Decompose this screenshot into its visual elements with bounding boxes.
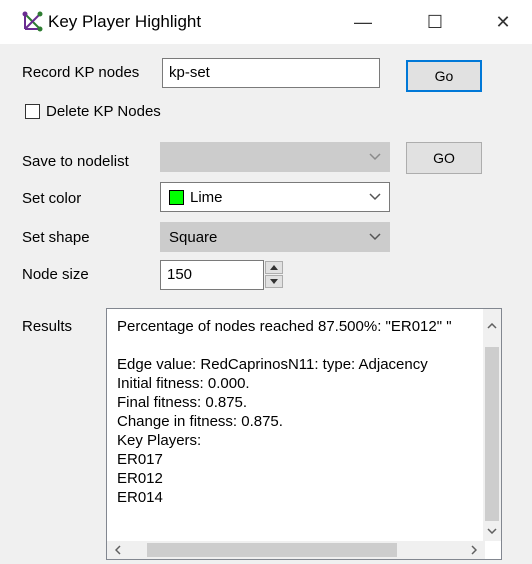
window-title: Key Player Highlight — [48, 12, 202, 31]
spin-down-button[interactable] — [265, 275, 283, 288]
title-bar[interactable]: Key Player Highlight — ☐ ✕ — [0, 0, 532, 44]
scroll-right-icon[interactable] — [463, 541, 485, 559]
maximize-button[interactable]: ☐ — [412, 0, 458, 44]
set-shape-select[interactable]: Square — [160, 222, 390, 252]
node-size-spinner — [265, 261, 285, 289]
results-line: Initial fitness: 0.000. — [117, 375, 250, 392]
record-kp-nodes-label: Record KP nodes — [22, 64, 140, 81]
scroll-up-icon[interactable] — [483, 309, 501, 343]
set-shape-value: Square — [169, 228, 218, 246]
minimize-button[interactable]: — — [340, 0, 386, 44]
key-player-highlight-window: Key Player Highlight — ☐ ✕ Record KP nod… — [0, 0, 532, 564]
results-line: ER017 — [117, 451, 163, 468]
delete-kp-nodes-label: Delete KP Nodes — [46, 103, 161, 120]
spin-up-button[interactable] — [265, 261, 283, 274]
save-to-nodelist-label: Save to nodelist — [22, 153, 129, 170]
scroll-left-icon[interactable] — [107, 541, 129, 559]
node-size-label: Node size — [22, 266, 89, 283]
save-to-nodelist-select[interactable] — [160, 142, 390, 172]
set-color-value: Lime — [190, 188, 223, 206]
chevron-down-icon — [361, 233, 389, 241]
record-go-button[interactable]: Go — [406, 60, 482, 92]
results-line: ER014 — [117, 489, 163, 506]
delete-kp-nodes-checkbox[interactable] — [25, 104, 40, 119]
results-label: Results — [22, 318, 73, 335]
results-line: Edge value: RedCaprinosN11: type: Adjace… — [117, 356, 428, 373]
close-button[interactable]: ✕ — [480, 0, 526, 44]
set-color-label: Set color — [22, 190, 82, 207]
results-line: Percentage of nodes reached 87.500%: "ER… — [117, 318, 452, 335]
chevron-down-icon — [361, 193, 389, 201]
record-kp-nodes-input[interactable]: kp-set — [162, 58, 380, 88]
node-size-input[interactable]: 150 — [160, 260, 264, 290]
results-line: ER012 — [117, 470, 163, 487]
scroll-down-icon[interactable] — [483, 521, 501, 541]
results-line — [117, 336, 487, 355]
set-color-select[interactable]: Lime — [160, 182, 390, 212]
vertical-scrollbar[interactable] — [483, 309, 501, 541]
network-graph-icon — [22, 11, 44, 33]
set-shape-label: Set shape — [22, 229, 90, 246]
save-go-button[interactable]: GO — [406, 142, 482, 174]
color-swatch — [169, 189, 184, 205]
vertical-scroll-thumb[interactable] — [485, 347, 499, 521]
results-text: Percentage of nodes reached 87.500%: "ER… — [117, 317, 487, 507]
horizontal-scroll-thumb[interactable] — [147, 543, 397, 557]
chevron-down-icon — [361, 153, 389, 161]
results-line: Key Players: — [117, 432, 202, 449]
horizontal-scrollbar[interactable] — [107, 541, 485, 559]
results-line: Change in fitness: 0.875. — [117, 413, 283, 430]
results-textarea[interactable]: Percentage of nodes reached 87.500%: "ER… — [106, 308, 502, 560]
results-line: Final fitness: 0.875. — [117, 394, 248, 411]
